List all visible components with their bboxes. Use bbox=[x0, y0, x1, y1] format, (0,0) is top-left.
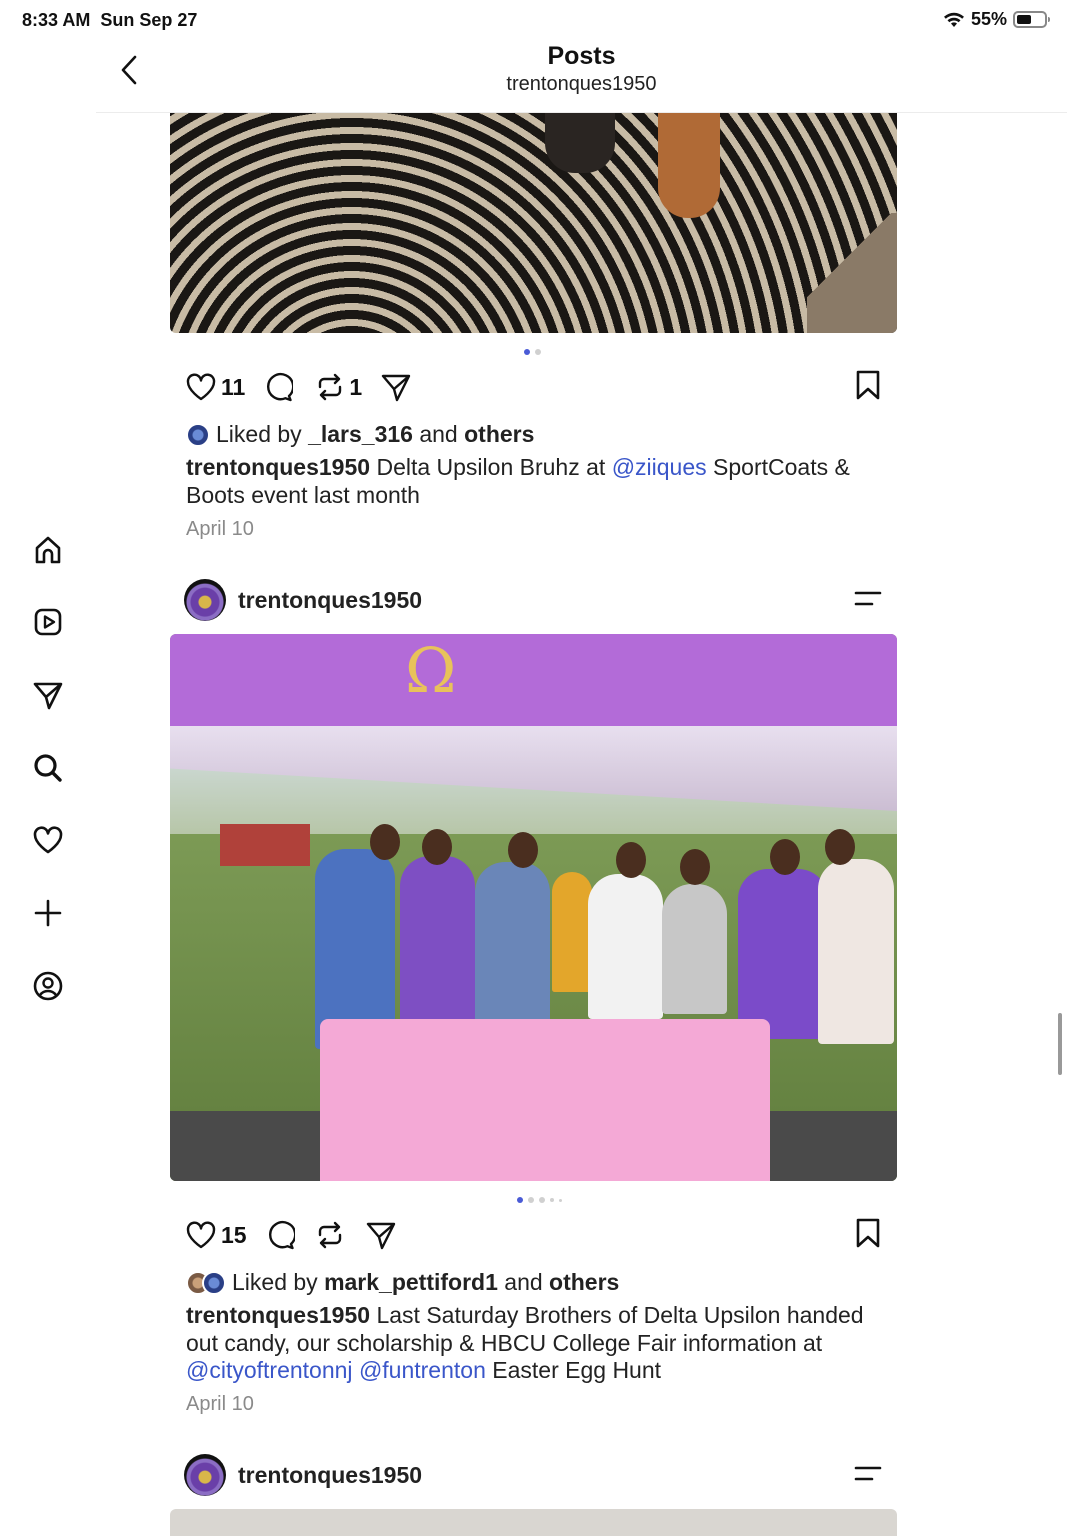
post-date: April 10 bbox=[186, 518, 254, 540]
avatar bbox=[186, 422, 210, 447]
save-button[interactable] bbox=[854, 369, 882, 406]
photo-detail bbox=[770, 839, 800, 875]
post-photo[interactable] bbox=[170, 113, 897, 333]
profile-icon[interactable] bbox=[30, 968, 66, 1004]
page-title: Posts bbox=[547, 42, 616, 70]
comment-icon bbox=[268, 1221, 295, 1250]
post-menu-button[interactable] bbox=[854, 590, 882, 613]
carousel-dot bbox=[559, 1198, 562, 1202]
home-icon[interactable] bbox=[30, 532, 66, 568]
post-caption: trentonques1950 Delta Upsilon Bruhz at @… bbox=[186, 454, 850, 508]
activity-icon[interactable] bbox=[30, 822, 66, 858]
caption-author[interactable]: trentonques1950 bbox=[186, 454, 370, 480]
photo-detail bbox=[552, 872, 592, 992]
comment-button[interactable] bbox=[263, 372, 294, 402]
carousel-dot bbox=[528, 1197, 534, 1203]
share-button[interactable] bbox=[380, 372, 412, 402]
repost-icon bbox=[318, 1221, 341, 1249]
battery-percent: 55% bbox=[970, 9, 1007, 29]
post-username[interactable]: trentonques1950 bbox=[238, 1462, 422, 1489]
photo-detail bbox=[616, 842, 646, 878]
carousel-dot bbox=[535, 349, 541, 355]
battery-icon bbox=[1013, 11, 1050, 28]
save-button[interactable] bbox=[854, 1217, 882, 1254]
post-header: trentonques1950 bbox=[184, 578, 884, 622]
carousel-dot bbox=[550, 1198, 554, 1202]
photo-detail bbox=[825, 829, 855, 865]
photo-detail bbox=[320, 1019, 770, 1181]
heart-icon bbox=[186, 373, 216, 401]
photo-detail bbox=[220, 824, 310, 866]
liked-by[interactable]: Liked by _lars_316 and others bbox=[186, 421, 534, 448]
photo-detail bbox=[807, 213, 897, 333]
photo-detail bbox=[170, 634, 897, 726]
like-button[interactable]: 11 bbox=[185, 372, 245, 402]
repost-button[interactable]: 1 bbox=[315, 372, 362, 402]
scrollbar[interactable] bbox=[1058, 1013, 1062, 1075]
photo-detail bbox=[662, 884, 727, 1014]
create-icon[interactable] bbox=[30, 895, 66, 931]
post-actions: 15 bbox=[185, 1215, 882, 1255]
comment-icon bbox=[267, 373, 294, 402]
carousel-dot bbox=[517, 1197, 523, 1203]
post-caption: trentonques1950 Last Saturday Brothers o… bbox=[186, 1302, 864, 1383]
photo-detail bbox=[658, 113, 720, 218]
page-subtitle: trentonques1950 bbox=[506, 73, 657, 95]
repost-count: 1 bbox=[349, 373, 363, 400]
post-photo[interactable] bbox=[170, 1509, 897, 1536]
carousel-indicator bbox=[517, 1197, 562, 1203]
send-icon bbox=[381, 374, 411, 402]
comment-button[interactable] bbox=[265, 1220, 295, 1250]
post-username[interactable]: trentonques1950 bbox=[238, 587, 422, 614]
mention-link[interactable]: @cityoftrentonnj bbox=[186, 1357, 353, 1383]
repost-button[interactable] bbox=[315, 1220, 345, 1250]
carousel-indicator bbox=[524, 349, 541, 355]
bookmark-icon bbox=[856, 370, 880, 400]
repost-icon bbox=[319, 373, 342, 401]
photo-detail bbox=[738, 869, 828, 1039]
menu-icon bbox=[854, 591, 882, 606]
photo-detail bbox=[588, 874, 663, 1019]
avatar bbox=[202, 1270, 226, 1295]
photo-detail bbox=[508, 832, 538, 868]
photo-detail bbox=[818, 859, 894, 1044]
like-button[interactable]: 15 bbox=[185, 1220, 247, 1250]
photo-detail bbox=[545, 113, 615, 173]
photo-detail bbox=[422, 829, 452, 865]
search-icon[interactable] bbox=[30, 750, 66, 786]
photo-detail bbox=[680, 849, 710, 885]
avatar[interactable] bbox=[184, 1454, 226, 1496]
liked-by-avatars bbox=[186, 1270, 226, 1295]
mention-link[interactable]: @funtrenton bbox=[359, 1357, 486, 1383]
photo-detail: Ω bbox=[405, 634, 457, 707]
bookmark-icon bbox=[856, 1218, 880, 1248]
carousel-dot bbox=[524, 349, 530, 355]
caption-author[interactable]: trentonques1950 bbox=[186, 1302, 370, 1328]
send-icon bbox=[366, 1222, 395, 1250]
post-menu-button[interactable] bbox=[854, 1465, 882, 1488]
post-photo[interactable]: Ω bbox=[170, 634, 897, 1181]
status-right: 55% bbox=[943, 9, 1050, 30]
photo-detail bbox=[370, 824, 400, 860]
status-time: 8:33 AM Sun Sep 27 bbox=[22, 10, 198, 30]
status-bar: 8:33 AM Sun Sep 27 55% bbox=[0, 0, 1067, 40]
header: Posts trentonques1950 bbox=[96, 40, 1067, 113]
post-actions: 11 1 bbox=[185, 367, 882, 407]
mention-link[interactable]: @ziiques bbox=[612, 454, 707, 480]
heart-icon bbox=[186, 1221, 216, 1249]
reels-icon[interactable] bbox=[30, 604, 66, 640]
post-header: trentonques1950 bbox=[184, 1453, 884, 1497]
liked-by[interactable]: Liked by mark_pettiford1 and others bbox=[186, 1269, 619, 1296]
avatar[interactable] bbox=[184, 579, 226, 621]
post-date: April 10 bbox=[186, 1393, 254, 1415]
like-count: 11 bbox=[221, 373, 246, 400]
messages-icon[interactable] bbox=[30, 677, 66, 713]
wifi-icon bbox=[943, 12, 964, 27]
share-button[interactable] bbox=[365, 1220, 397, 1250]
carousel-dot bbox=[539, 1197, 545, 1203]
menu-icon bbox=[854, 1466, 882, 1481]
like-count: 15 bbox=[221, 1221, 247, 1248]
